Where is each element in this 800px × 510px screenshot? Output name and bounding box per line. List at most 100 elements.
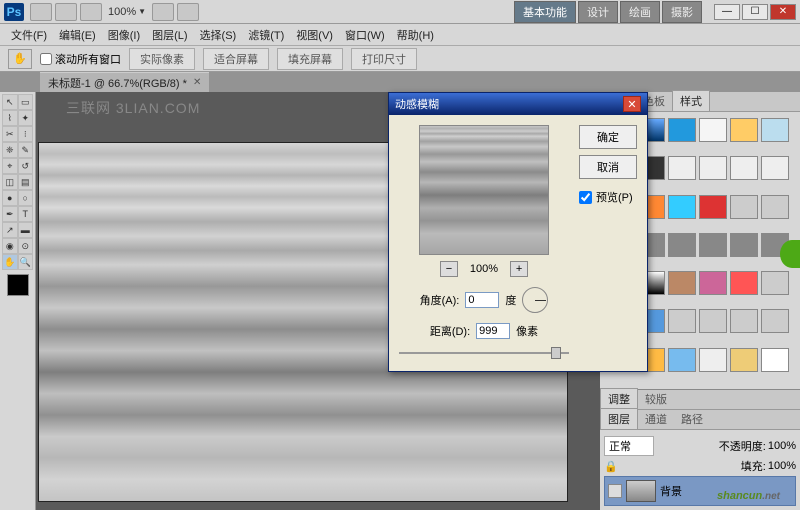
style-swatch[interactable] <box>730 195 758 219</box>
zoom-tool[interactable]: 🔍 <box>18 254 34 270</box>
dialog-close-button[interactable]: ✕ <box>623 96 641 112</box>
lock-icons[interactable]: 🔒 <box>604 460 618 473</box>
menu-edit[interactable]: 编辑(E) <box>54 25 101 45</box>
fill-value[interactable]: 100% <box>768 460 796 472</box>
style-swatch[interactable] <box>699 348 727 372</box>
style-swatch[interactable] <box>730 271 758 295</box>
style-swatch[interactable] <box>699 233 727 257</box>
type-tool[interactable]: T <box>18 206 34 222</box>
style-swatch[interactable] <box>668 156 696 180</box>
style-swatch[interactable] <box>699 118 727 142</box>
print-size-button[interactable]: 打印尺寸 <box>351 48 417 70</box>
move-tool[interactable]: ↖ <box>2 94 18 110</box>
zoom-in-button[interactable]: + <box>510 261 528 277</box>
document-tab[interactable]: 未标题-1 @ 66.7%(RGB/8) *✕ <box>40 72 209 93</box>
menu-image[interactable]: 图像(I) <box>103 25 145 45</box>
close-icon[interactable]: ✕ <box>193 77 201 88</box>
bridge-icon[interactable] <box>30 3 52 21</box>
layout-icon[interactable] <box>80 3 102 21</box>
style-swatch[interactable] <box>699 156 727 180</box>
tab-channels[interactable]: 通道 <box>638 409 674 429</box>
style-swatch[interactable] <box>761 348 789 372</box>
cancel-button[interactable]: 取消 <box>579 155 637 179</box>
opacity-value[interactable]: 100% <box>768 440 796 452</box>
brush-tool[interactable]: ✎ <box>18 142 34 158</box>
style-swatch[interactable] <box>668 233 696 257</box>
workspace-tab-design[interactable]: 设计 <box>578 1 618 23</box>
close-button[interactable]: ✕ <box>770 4 796 20</box>
fit-screen-button[interactable]: 适合屏幕 <box>203 48 269 70</box>
gradient-tool[interactable]: ▤ <box>18 174 34 190</box>
style-swatch[interactable] <box>761 195 789 219</box>
menu-view[interactable]: 视图(V) <box>291 25 338 45</box>
style-swatch[interactable] <box>761 118 789 142</box>
fill-screen-button[interactable]: 填充屏幕 <box>277 48 343 70</box>
actual-pixels-button[interactable]: 实际像素 <box>129 48 195 70</box>
hand-icon[interactable] <box>152 3 174 21</box>
dialog-titlebar[interactable]: 动感模糊 ✕ <box>389 93 647 115</box>
distance-slider[interactable] <box>399 345 569 361</box>
hand-tool-icon[interactable]: ✋ <box>8 49 32 69</box>
distance-input[interactable] <box>476 323 510 339</box>
lasso-tool[interactable]: ⌇ <box>2 110 18 126</box>
preview-checkbox[interactable]: 预览(P) <box>579 189 637 205</box>
menu-help[interactable]: 帮助(H) <box>392 25 439 45</box>
style-swatch[interactable] <box>668 348 696 372</box>
minibridge-icon[interactable] <box>55 3 77 21</box>
wand-tool[interactable]: ✦ <box>18 110 34 126</box>
style-swatch[interactable] <box>761 309 789 333</box>
visibility-icon[interactable] <box>608 484 622 498</box>
stamp-tool[interactable]: ⌖ <box>2 158 18 174</box>
style-swatch[interactable] <box>668 271 696 295</box>
camera-tool[interactable]: ⊙ <box>18 238 34 254</box>
workspace-tab-essentials[interactable]: 基本功能 <box>514 1 576 23</box>
tab-paths[interactable]: 路径 <box>674 409 710 429</box>
angle-input[interactable] <box>465 292 499 308</box>
style-swatch[interactable] <box>730 348 758 372</box>
maximize-button[interactable]: ☐ <box>742 4 768 20</box>
hand-tool[interactable]: ✋ <box>2 254 18 270</box>
menu-window[interactable]: 窗口(W) <box>340 25 390 45</box>
pen-tool[interactable]: ✒ <box>2 206 18 222</box>
style-swatch[interactable] <box>730 233 758 257</box>
eyedropper-tool[interactable]: ⁝ <box>18 126 34 142</box>
filter-preview[interactable] <box>419 125 549 255</box>
menu-layer[interactable]: 图层(L) <box>147 25 192 45</box>
blend-mode-select[interactable]: 正常 <box>604 436 654 456</box>
menu-select[interactable]: 选择(S) <box>195 25 242 45</box>
crop-tool[interactable]: ✂ <box>2 126 18 142</box>
shape-tool[interactable]: ▬ <box>18 222 34 238</box>
workspace-tab-painting[interactable]: 绘画 <box>620 1 660 23</box>
style-swatch[interactable] <box>730 156 758 180</box>
slider-thumb[interactable] <box>551 347 561 359</box>
zoom-icon[interactable] <box>177 3 199 21</box>
zoom-out-button[interactable]: − <box>440 261 458 277</box>
history-brush-tool[interactable]: ↺ <box>18 158 34 174</box>
tab-layers[interactable]: 图层 <box>600 408 638 429</box>
style-swatch[interactable] <box>699 309 727 333</box>
workspace-tab-photography[interactable]: 摄影 <box>662 1 702 23</box>
ok-button[interactable]: 确定 <box>579 125 637 149</box>
style-swatch[interactable] <box>668 118 696 142</box>
style-swatch[interactable] <box>699 271 727 295</box>
blur-tool[interactable]: ● <box>2 190 18 206</box>
style-swatch[interactable] <box>761 156 789 180</box>
style-swatch[interactable] <box>761 271 789 295</box>
menu-file[interactable]: 文件(F) <box>6 25 52 45</box>
scroll-all-checkbox[interactable]: 滚动所有窗口 <box>40 51 121 67</box>
3d-tool[interactable]: ◉ <box>2 238 18 254</box>
minimize-button[interactable]: — <box>714 4 740 20</box>
dodge-tool[interactable]: ○ <box>18 190 34 206</box>
menu-filter[interactable]: 滤镜(T) <box>243 25 289 45</box>
eraser-tool[interactable]: ◫ <box>2 174 18 190</box>
style-swatch[interactable] <box>730 309 758 333</box>
tab-styles[interactable]: 样式 <box>672 90 710 111</box>
style-swatch[interactable] <box>668 195 696 219</box>
angle-dial[interactable] <box>522 287 548 313</box>
marquee-tool[interactable]: ▭ <box>18 94 34 110</box>
style-swatch[interactable] <box>699 195 727 219</box>
heal-tool[interactable]: ❈ <box>2 142 18 158</box>
zoom-dropdown[interactable]: 100%▼ <box>108 6 146 18</box>
style-swatch[interactable] <box>668 309 696 333</box>
path-tool[interactable]: ↗ <box>2 222 18 238</box>
